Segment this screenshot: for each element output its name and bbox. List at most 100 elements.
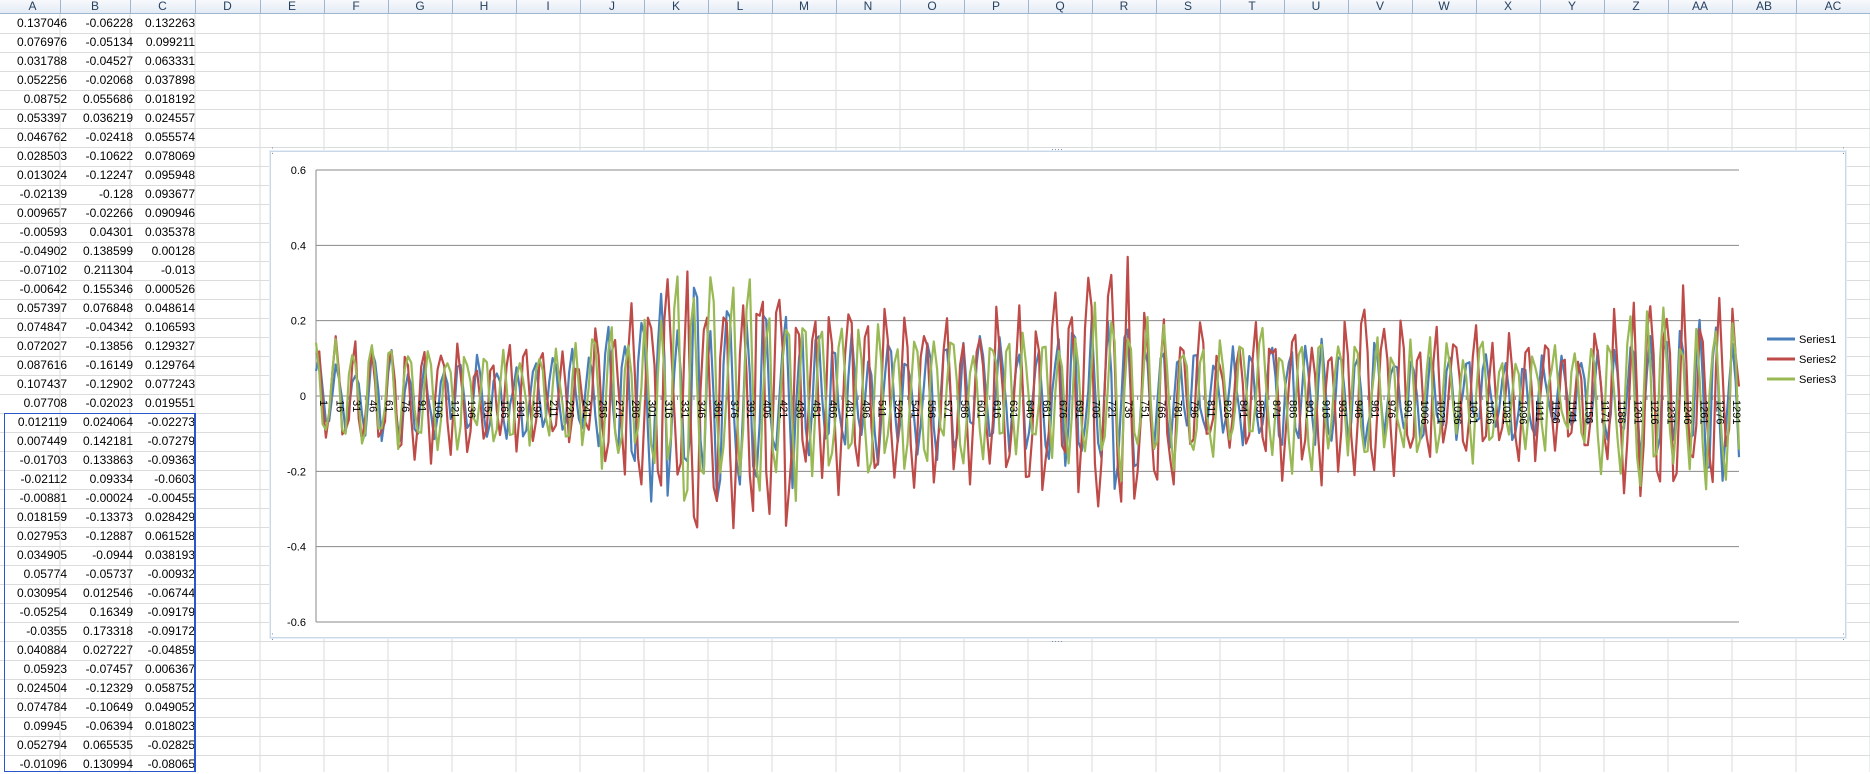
cell-b38[interactable]: -0.06394 <box>67 717 133 736</box>
cell-a21[interactable]: 0.07708 <box>5 394 67 413</box>
cell-c8[interactable]: 0.078069 <box>133 147 195 166</box>
cell-c24[interactable]: -0.09363 <box>133 451 195 470</box>
cell-c37[interactable]: 0.049052 <box>133 698 195 717</box>
cell-c20[interactable]: 0.077243 <box>133 375 195 394</box>
row-header-stub[interactable] <box>0 56 3 66</box>
column-header-p[interactable]: P <box>964 0 1029 13</box>
cell-b9[interactable]: -0.12247 <box>67 166 133 185</box>
cell-a31[interactable]: 0.030954 <box>5 584 67 603</box>
cell-b26[interactable]: -0.00024 <box>67 489 133 508</box>
cell-a3[interactable]: 0.031788 <box>5 52 67 71</box>
column-header-w[interactable]: W <box>1412 0 1477 13</box>
cell-c30[interactable]: -0.00932 <box>133 565 195 584</box>
column-header-n[interactable]: N <box>836 0 901 13</box>
cell-a40[interactable]: -0.01096 <box>5 755 67 774</box>
column-header-ab[interactable]: AB <box>1732 0 1797 13</box>
cell-b24[interactable]: 0.133863 <box>67 451 133 470</box>
cell-c16[interactable]: 0.048614 <box>133 299 195 318</box>
cell-b39[interactable]: 0.065535 <box>67 736 133 755</box>
cell-a12[interactable]: -0.00593 <box>5 223 67 242</box>
cell-b8[interactable]: -0.10622 <box>67 147 133 166</box>
chart-plot-svg[interactable]: 0.6 0.4 0.2 0 -0.2 -0.4 -0.6 1 16 31 46 61 76 91 106 12… <box>271 152 1845 637</box>
cell-c32[interactable]: -0.09179 <box>133 603 195 622</box>
row-header-stub[interactable] <box>0 379 3 389</box>
cell-c1[interactable]: 0.132263 <box>133 14 195 33</box>
cell-a23[interactable]: 0.007449 <box>5 432 67 451</box>
row-header-stub[interactable] <box>0 645 3 655</box>
cell-c25[interactable]: -0.0603 <box>133 470 195 489</box>
row-header-stub[interactable] <box>0 569 3 579</box>
cell-a11[interactable]: 0.009657 <box>5 204 67 223</box>
column-header-b[interactable]: B <box>60 0 131 13</box>
cell-a38[interactable]: 0.09945 <box>5 717 67 736</box>
row-header-stub[interactable] <box>0 759 3 769</box>
cell-c3[interactable]: 0.063331 <box>133 52 195 71</box>
cell-a36[interactable]: 0.024504 <box>5 679 67 698</box>
cell-c21[interactable]: 0.019551 <box>133 394 195 413</box>
row-header-stub[interactable] <box>0 474 3 484</box>
column-header-g[interactable]: G <box>388 0 453 13</box>
row-header-stub[interactable] <box>0 417 3 427</box>
row-header-stub[interactable] <box>0 455 3 465</box>
cell-a2[interactable]: 0.076976 <box>5 33 67 52</box>
cell-b4[interactable]: -0.02068 <box>67 71 133 90</box>
cell-a18[interactable]: 0.072027 <box>5 337 67 356</box>
cell-a29[interactable]: 0.034905 <box>5 546 67 565</box>
cell-a25[interactable]: -0.02112 <box>5 470 67 489</box>
cell-c38[interactable]: 0.018023 <box>133 717 195 736</box>
cell-c15[interactable]: 0.000526 <box>133 280 195 299</box>
column-header-s[interactable]: S <box>1156 0 1221 13</box>
line-chart[interactable]: 0.6 0.4 0.2 0 -0.2 -0.4 -0.6 1 16 31 46 61 76 91 106 12… <box>270 144 1846 646</box>
cell-c19[interactable]: 0.129764 <box>133 356 195 375</box>
cell-a22[interactable]: 0.012119 <box>5 413 67 432</box>
cell-a30[interactable]: 0.05774 <box>5 565 67 584</box>
cell-a10[interactable]: -0.02139 <box>5 185 67 204</box>
cell-b23[interactable]: 0.142181 <box>67 432 133 451</box>
cell-b11[interactable]: -0.02266 <box>67 204 133 223</box>
cell-a6[interactable]: 0.053397 <box>5 109 67 128</box>
row-header-stub[interactable] <box>0 702 3 712</box>
cell-c6[interactable]: 0.024557 <box>133 109 195 128</box>
row-header-stub[interactable] <box>0 493 3 503</box>
cell-a4[interactable]: 0.052256 <box>5 71 67 90</box>
cell-b17[interactable]: -0.04342 <box>67 318 133 337</box>
cell-a34[interactable]: 0.040884 <box>5 641 67 660</box>
row-header-stub[interactable] <box>0 94 3 104</box>
cell-c5[interactable]: 0.018192 <box>133 90 195 109</box>
chart-resize-handle-tr[interactable]: ⁚ <box>1842 146 1845 157</box>
column-header-h[interactable]: H <box>452 0 517 13</box>
cell-a14[interactable]: -0.07102 <box>5 261 67 280</box>
cell-a27[interactable]: 0.018159 <box>5 508 67 527</box>
cell-a33[interactable]: -0.0355 <box>5 622 67 641</box>
row-header-stub[interactable] <box>0 626 3 636</box>
row-header-stub[interactable] <box>0 189 3 199</box>
column-header-z[interactable]: Z <box>1604 0 1669 13</box>
cell-b10[interactable]: -0.128 <box>67 185 133 204</box>
row-header-stub[interactable] <box>0 208 3 218</box>
cell-b22[interactable]: 0.024064 <box>67 413 133 432</box>
column-header-j[interactable]: J <box>580 0 645 13</box>
cell-a20[interactable]: 0.107437 <box>5 375 67 394</box>
cell-b6[interactable]: 0.036219 <box>67 109 133 128</box>
cell-c29[interactable]: 0.038193 <box>133 546 195 565</box>
cell-c12[interactable]: 0.035378 <box>133 223 195 242</box>
cell-c28[interactable]: 0.061528 <box>133 527 195 546</box>
cell-a13[interactable]: -0.04902 <box>5 242 67 261</box>
chart-resize-handle-top[interactable]: ···· <box>1051 144 1063 154</box>
cell-b2[interactable]: -0.05134 <box>67 33 133 52</box>
column-header-ac[interactable]: AC <box>1796 0 1870 13</box>
row-header-stub[interactable] <box>0 75 3 85</box>
row-header-stub[interactable] <box>0 284 3 294</box>
cell-c23[interactable]: -0.07279 <box>133 432 195 451</box>
cell-c4[interactable]: 0.037898 <box>133 71 195 90</box>
cell-a9[interactable]: 0.013024 <box>5 166 67 185</box>
column-header-l[interactable]: L <box>708 0 773 13</box>
column-header-k[interactable]: K <box>644 0 709 13</box>
column-header-y[interactable]: Y <box>1540 0 1605 13</box>
row-header-stub[interactable] <box>0 360 3 370</box>
cell-c27[interactable]: 0.028429 <box>133 508 195 527</box>
cell-b13[interactable]: 0.138599 <box>67 242 133 261</box>
row-header-stub[interactable] <box>0 113 3 123</box>
cell-a39[interactable]: 0.052794 <box>5 736 67 755</box>
chart-resize-handle-bottom[interactable]: ···· <box>1051 636 1063 646</box>
